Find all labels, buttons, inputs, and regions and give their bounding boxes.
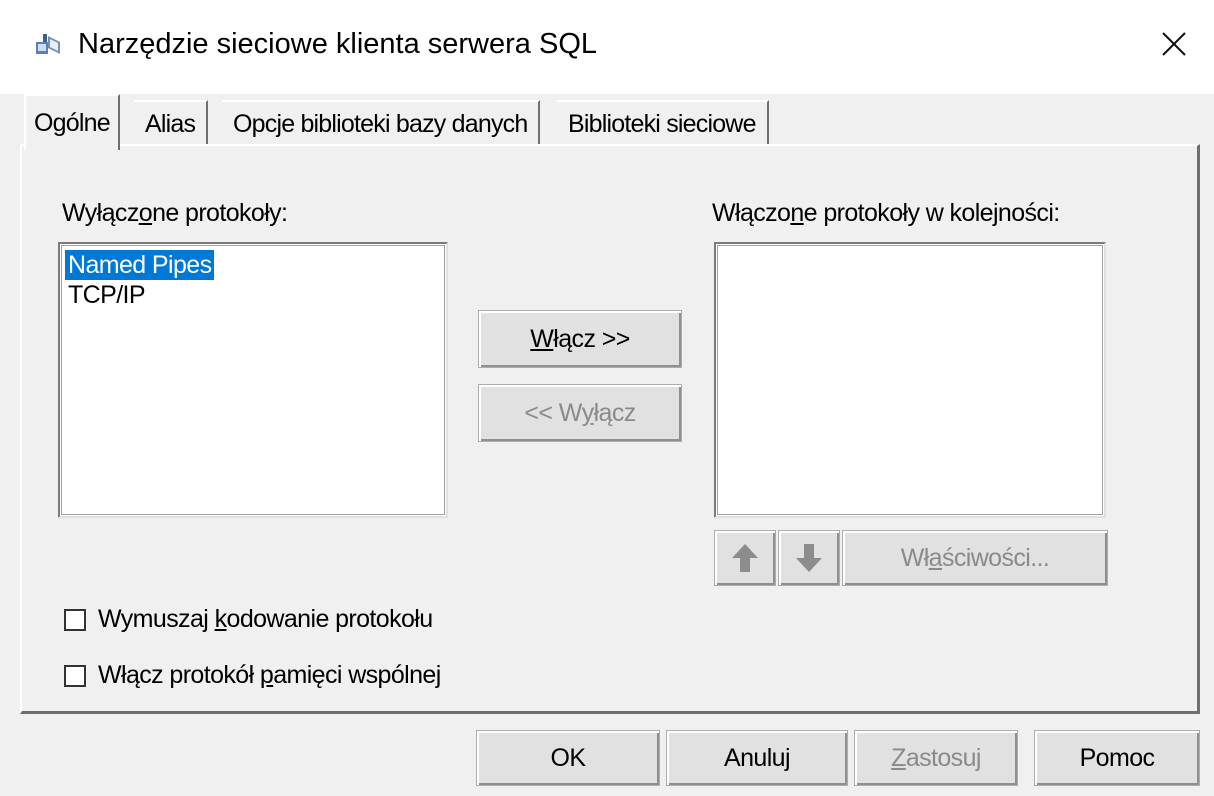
tab-network-libraries[interactable]: Biblioteki sieciowe (557, 100, 769, 146)
move-down-button[interactable] (778, 530, 840, 586)
close-button[interactable] (1146, 18, 1202, 74)
list-item[interactable]: TCP/IP (65, 280, 148, 310)
apply-button[interactable]: Zastosuj (854, 730, 1018, 786)
window-title: Narzędzie sieciowe klienta serwera SQL (78, 28, 597, 60)
shared-memory-label[interactable]: Włącz protokół pamięci wspólnej (98, 660, 441, 690)
disabled-protocols-list[interactable]: Named Pipes TCP/IP (58, 242, 448, 518)
arrow-up-icon (730, 542, 760, 574)
tab-db-library-options[interactable]: Opcje biblioteki bazy danych (222, 100, 541, 146)
cancel-button[interactable]: Anuluj (666, 730, 848, 786)
arrow-down-icon (794, 542, 824, 574)
tab-general[interactable]: Ogólne (24, 94, 120, 150)
close-icon (1161, 31, 1187, 62)
dialog-window: Narzędzie sieciowe klienta serwera SQL O… (0, 0, 1214, 796)
force-encryption-label[interactable]: Wymuszaj kodowanie protokołu (98, 604, 433, 634)
ok-button[interactable]: OK (476, 730, 660, 786)
shared-memory-checkbox[interactable] (64, 665, 86, 687)
move-up-button[interactable] (714, 530, 776, 586)
network-utility-icon (34, 32, 64, 58)
enabled-protocols-label: Włączone protokoły w kolejności: (712, 199, 1060, 227)
tab-alias[interactable]: Alias (134, 100, 209, 146)
properties-button[interactable]: Wł a ściwości... (842, 530, 1108, 586)
disabled-protocols-label: Wyłączone protokoły: (62, 199, 288, 227)
force-encryption-checkbox[interactable] (64, 609, 86, 631)
list-item[interactable]: Named Pipes (63, 249, 216, 281)
enable-button[interactable]: Włącz >> (478, 310, 682, 368)
title-bar: Narzędzie sieciowe klienta serwera SQL (0, 0, 1214, 94)
enabled-protocols-list[interactable] (714, 242, 1106, 518)
disable-button[interactable]: << Wy łącz (478, 384, 682, 442)
help-button[interactable]: Pomoc (1034, 730, 1200, 786)
